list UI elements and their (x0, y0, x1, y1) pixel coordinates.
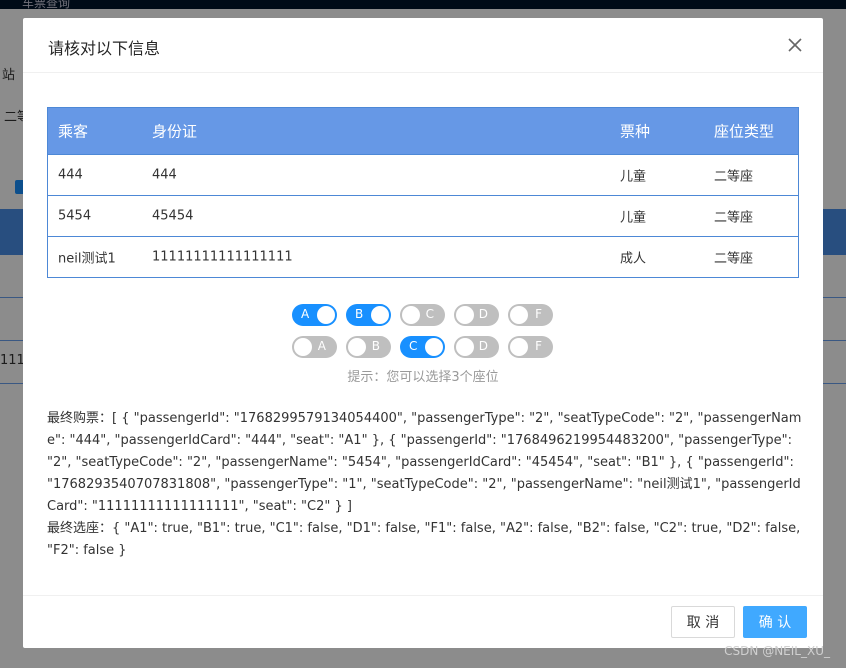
seat-toggle-a1[interactable]: A (292, 304, 337, 326)
cell-seat-type: 二等座 (714, 251, 754, 267)
header-id-card: 身份证 (152, 122, 198, 141)
confirm-button[interactable]: 确 认 (743, 606, 807, 638)
cell-passenger: neil测试1 (58, 251, 116, 267)
cell-id-card: 444 (152, 167, 177, 183)
seat-toggle-b2[interactable]: B (346, 336, 391, 358)
cell-ticket-type: 儿童 (620, 210, 647, 226)
final-seats: 最终选座：{ "A1": true, "B1": true, "C1": fal… (47, 518, 803, 562)
seat-toggle-c1[interactable]: C (400, 304, 445, 326)
seat-toggle-a2[interactable]: A (292, 336, 337, 358)
seat-selector: A B C D F A B C D F (292, 304, 553, 368)
seat-toggle-d2[interactable]: D (454, 336, 499, 358)
cell-passenger: 5454 (58, 208, 92, 224)
modal-header: 请核对以下信息 (23, 18, 823, 73)
final-tickets-value: [ { "passengerId": "1768299579134054400"… (47, 411, 802, 514)
seat-toggle-d1[interactable]: D (454, 304, 499, 326)
cell-id-card: 45454 (152, 208, 194, 224)
header-passenger: 乘客 (58, 122, 89, 141)
modal-footer: 取 消 确 认 (23, 595, 823, 648)
table-row: 444 444 儿童 二等座 (48, 154, 798, 195)
cell-id-card: 11111111111111111 (152, 249, 293, 265)
confirm-modal: 请核对以下信息 乘客 身份证 票种 座位类型 444 444 儿童 二等座 54… (23, 18, 823, 648)
header-seat-type: 座位类型 (714, 122, 775, 141)
final-tickets: 最终购票：[ { "passengerId": "176829957913405… (47, 408, 803, 518)
cell-seat-type: 二等座 (714, 210, 754, 226)
final-seats-value: { "A1": true, "B1": true, "C1": false, "… (47, 521, 801, 558)
cell-passenger: 444 (58, 167, 83, 183)
table-row: neil测试1 11111111111111111 成人 二等座 (48, 236, 798, 277)
table-header: 乘客 身份证 票种 座位类型 (48, 108, 798, 154)
table-row: 5454 45454 儿童 二等座 (48, 195, 798, 236)
cell-ticket-type: 儿童 (620, 169, 647, 185)
cancel-button[interactable]: 取 消 (671, 606, 735, 638)
close-icon[interactable] (785, 35, 805, 55)
cell-seat-type: 二等座 (714, 169, 754, 185)
seat-toggle-f1[interactable]: F (508, 304, 553, 326)
watermark: CSDN @NEIL_XU_ (724, 644, 830, 658)
result-section: 最终购票：[ { "passengerId": "176829957913405… (47, 408, 803, 562)
cell-ticket-type: 成人 (620, 251, 647, 267)
seat-toggle-b1[interactable]: B (346, 304, 391, 326)
modal-title: 请核对以下信息 (48, 39, 161, 58)
seat-row-2: A B C D F (292, 336, 553, 359)
seat-toggle-f2[interactable]: F (508, 336, 553, 358)
final-tickets-label: 最终购票： (47, 411, 113, 426)
final-seats-label: 最终选座： (47, 521, 113, 536)
seat-hint: 提示：您可以选择3个座位 (347, 370, 499, 385)
seat-row-1: A B C D F (292, 304, 553, 327)
header-ticket-type: 票种 (620, 122, 651, 141)
passenger-table: 乘客 身份证 票种 座位类型 444 444 儿童 二等座 5454 45454… (47, 107, 799, 278)
seat-toggle-c2[interactable]: C (400, 336, 445, 358)
